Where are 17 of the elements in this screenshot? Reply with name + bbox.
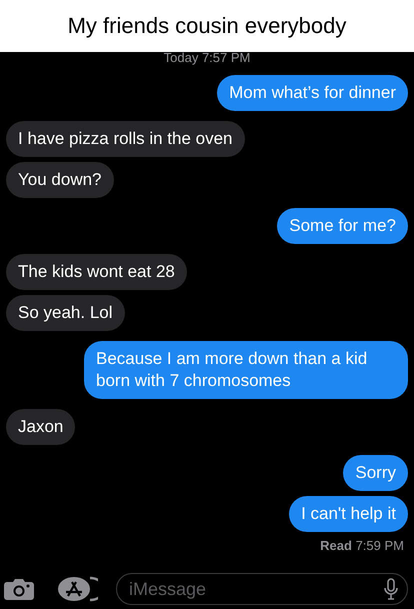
sent-message-bubble: Some for me? [277, 208, 408, 244]
camera-icon[interactable] [4, 577, 34, 601]
message-input-field[interactable]: iMessage [116, 573, 408, 605]
sent-message-bubble: Mom what’s for dinner [217, 75, 408, 111]
caption: My friends cousin everybody [68, 13, 346, 39]
timestamp: Today 7:57 PM [164, 50, 250, 65]
received-message-bubble: You down? [6, 162, 114, 198]
received-message-bubble: The kids wont eat 28 [6, 254, 187, 290]
read-receipt: Read 7:59 PM [320, 538, 404, 553]
received-message-bubble: Jaxon [6, 409, 76, 445]
app-store-icon[interactable] [56, 575, 98, 603]
received-message-bubble: I have pizza rolls in the oven [6, 121, 245, 157]
sent-message-bubble: Sorry [343, 455, 408, 491]
microphone-icon[interactable] [384, 578, 398, 600]
sent-message-bubble: Because I am more down than a kid born with 7 chromosomes [84, 341, 408, 399]
received-message-bubble: So yeah. Lol [6, 295, 125, 331]
sent-message-bubble: I can't help it [289, 496, 408, 532]
